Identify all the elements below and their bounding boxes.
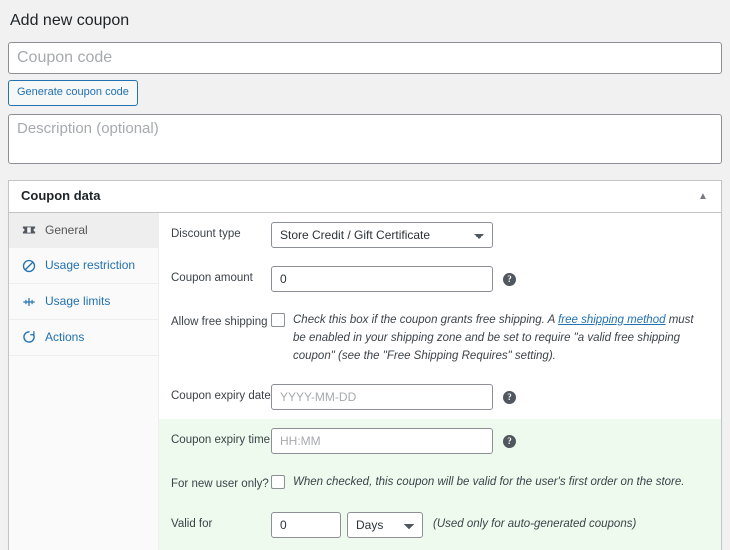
coupon-amount-input[interactable]: [271, 265, 493, 292]
coupon-data-panel-body: General Usage restriction Usage limits A…: [9, 212, 721, 550]
allow-free-shipping-description: Check this box if the coupon grants free…: [293, 310, 709, 366]
valid-for-input[interactable]: [271, 511, 341, 538]
page-title: Add new coupon: [10, 12, 130, 29]
valid-for-label: Valid for: [171, 517, 213, 530]
coupon-data-tabs: General Usage restriction Usage limits A…: [9, 212, 159, 550]
coupon-data-panel-header: Coupon data ▲: [9, 181, 721, 213]
tab-actions[interactable]: Actions: [9, 320, 158, 356]
coupon-data-panel-title: Coupon data: [21, 188, 101, 204]
coupon-data-panel: Coupon data ▲ General Usage restriction …: [8, 179, 722, 550]
new-user-only-description: When checked, this coupon will be valid …: [293, 475, 685, 488]
coupon-code-input[interactable]: [8, 41, 722, 74]
free-shipping-text-before: Check this box if the coupon grants free…: [293, 313, 559, 326]
expiry-date-help-icon[interactable]: ?: [503, 390, 516, 404]
tab-usage-restriction-label: Usage restriction: [45, 258, 136, 273]
valid-for-note: (Used only for auto-generated coupons): [433, 517, 637, 530]
coupon-amount-label: Coupon amount: [171, 271, 253, 284]
coupon-description-textarea[interactable]: [8, 113, 722, 164]
no-entry-icon: [21, 258, 37, 274]
expiry-time-input[interactable]: [271, 427, 493, 454]
field-new-user-only: For new user only? When checked, this co…: [159, 462, 721, 503]
expiry-date-input[interactable]: [271, 383, 493, 410]
field-valid-for: Valid for Days (Used only for auto-gener…: [159, 502, 721, 547]
new-user-only-checkbox[interactable]: [271, 474, 285, 489]
field-discount-type: Discount type Store Credit / Gift Certif…: [159, 213, 721, 257]
field-allow-free-shipping: Allow free shipping Check this box if th…: [159, 301, 721, 375]
valid-for-unit-select[interactable]: Days: [347, 511, 423, 538]
expiry-time-help-icon[interactable]: ?: [503, 434, 516, 448]
tab-general-label: General: [45, 222, 88, 237]
field-coupon-amount: Coupon amount ?: [159, 257, 721, 301]
discount-type-label: Discount type: [171, 227, 241, 240]
field-expiry-date: Coupon expiry date ?: [159, 375, 721, 419]
tab-actions-label: Actions: [45, 330, 85, 345]
free-shipping-method-link[interactable]: free shipping method: [558, 314, 665, 326]
expiry-date-label: Coupon expiry date: [171, 389, 271, 402]
tab-usage-limits[interactable]: Usage limits: [9, 284, 158, 321]
generate-button-row: Generate coupon code: [8, 74, 722, 114]
tab-usage-limits-label: Usage limits: [45, 294, 111, 309]
allow-free-shipping-checkbox[interactable]: [271, 312, 285, 327]
discount-type-select[interactable]: Store Credit / Gift Certificate: [271, 221, 493, 248]
generate-coupon-code-button[interactable]: Generate coupon code: [8, 79, 138, 106]
coupon-amount-help-icon[interactable]: ?: [503, 272, 516, 286]
admin-page: Add new coupon Generate coupon code Coup…: [0, 0, 730, 550]
chevron-up-icon[interactable]: ▲: [693, 186, 713, 206]
tab-usage-restriction[interactable]: Usage restriction: [9, 248, 158, 285]
new-user-only-label: For new user only?: [171, 477, 269, 490]
ticket-icon: [21, 222, 37, 238]
general-tab-panel: Discount type Store Credit / Gift Certif…: [159, 212, 721, 550]
field-expiry-time: Coupon expiry time ?: [159, 418, 721, 463]
allow-free-shipping-label: Allow free shipping: [171, 315, 268, 328]
refresh-icon: [21, 329, 37, 345]
tab-general[interactable]: General: [9, 212, 158, 249]
expiry-time-label: Coupon expiry time: [171, 433, 271, 446]
limits-icon: [21, 294, 37, 310]
